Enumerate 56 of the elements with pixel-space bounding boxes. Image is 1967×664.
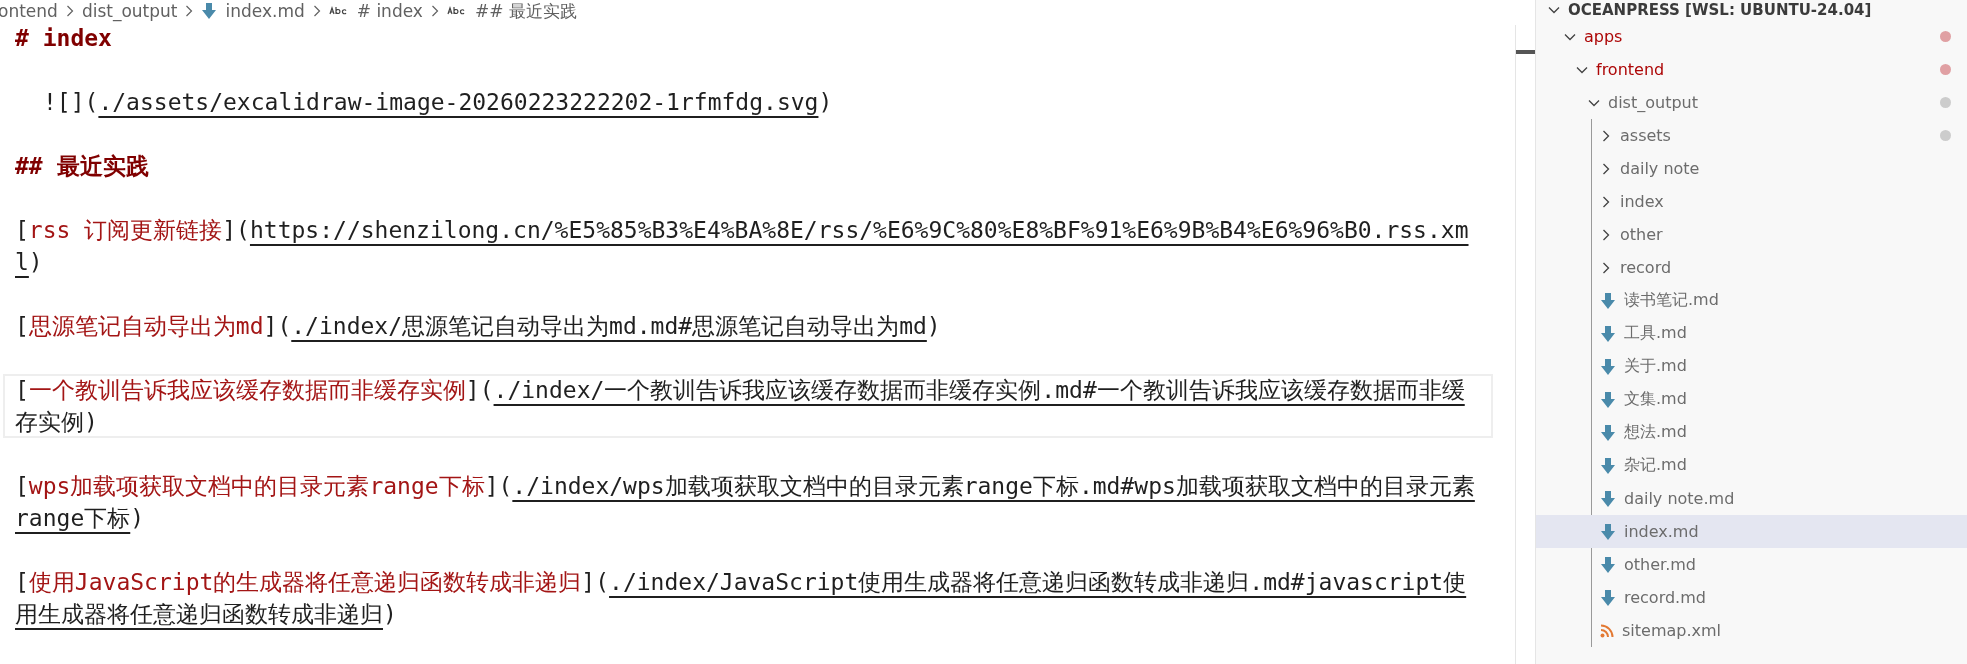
file-item[interactable]: 关于.md — [1536, 350, 1967, 383]
chevron-right-icon — [1600, 129, 1612, 142]
file-item[interactable]: 杂记.md — [1536, 449, 1967, 482]
markdown-line: [rss 订阅更新链接](https://shenzilong.cn/%E5%85%B3%E4%BA%8E/rss/%E6%9C%80%E8%BF%91%E6%9B%B4%E6%96%B0.rss.xml) — [14, 216, 1470, 277]
folder-item[interactable]: apps — [1536, 20, 1967, 53]
file-item[interactable]: 想法.md — [1536, 416, 1967, 449]
chevron-right-icon — [1600, 162, 1612, 175]
folder-item[interactable]: daily note — [1536, 152, 1967, 185]
folder-item[interactable]: index — [1536, 185, 1967, 218]
file-item[interactable]: 工具.md — [1536, 317, 1967, 350]
markdown-heading: # index — [14, 24, 113, 53]
markdown-line: [使用JavaScript的生成器将任意递归函数转成非递归](./index/JavaScript使用生成器将任意递归函数转成非递归.md#javascript使用生成器将任意递归函数转成非递归) — [14, 568, 1468, 629]
file-item[interactable]: 文集.md — [1536, 383, 1967, 416]
chevron-right-icon — [185, 5, 194, 17]
breadcrumb-item[interactable]: index.md — [225, 1, 305, 21]
down-arrow-icon — [201, 2, 218, 20]
chevron-down-icon — [1548, 4, 1560, 16]
chevron-right-icon — [1600, 261, 1612, 274]
down-arrow-icon — [1600, 522, 1616, 541]
folder-item[interactable]: record — [1536, 251, 1967, 284]
file-item[interactable]: 读书笔记.md — [1536, 284, 1967, 317]
down-arrow-icon — [1600, 423, 1616, 442]
rss-icon — [1600, 623, 1614, 638]
breadcrumb-item[interactable]: # index — [356, 1, 423, 21]
breadcrumb-item[interactable]: ## 最近实践 — [474, 0, 577, 23]
down-arrow-icon — [1600, 324, 1616, 343]
text-symbol-icon — [446, 6, 467, 16]
down-arrow-icon — [1600, 390, 1616, 409]
chevron-right-icon — [430, 5, 439, 17]
chevron-right-icon — [1600, 195, 1612, 208]
markdown-heading: ## 最近实践 — [14, 152, 150, 181]
file-item[interactable]: sitemap.xml — [1536, 614, 1967, 647]
markdown-line: ![](./assets/excalidraw-image-20260223222202-1rfmfdg.svg) — [42, 88, 834, 117]
chevron-right-icon — [1600, 228, 1612, 241]
down-arrow-icon — [1600, 555, 1616, 574]
file-item[interactable]: daily note.md — [1536, 482, 1967, 515]
breadcrumb-item[interactable]: dist_output — [81, 1, 178, 21]
markdown-line: [wps加载项获取文档中的目录元素range下标](./index/wps加载项获取文档中的目录元素range下标.md#wps加载项获取文档中的目录元素range下标) — [14, 472, 1476, 533]
file-item[interactable]: other.md — [1536, 548, 1967, 581]
down-arrow-icon — [1600, 489, 1616, 508]
chevron-right-icon — [65, 5, 74, 17]
folder-item[interactable]: dist_output — [1536, 86, 1967, 119]
explorer-header[interactable]: OCEANPRESS [WSL: UBUNTU-24.04] — [1536, 0, 1967, 20]
down-arrow-icon — [1600, 456, 1616, 475]
chevron-right-icon — [312, 5, 321, 17]
folder-item[interactable]: frontend — [1536, 53, 1967, 86]
text-symbol-icon — [328, 6, 349, 16]
down-arrow-icon — [1600, 588, 1616, 607]
file-item[interactable]: record.md — [1536, 581, 1967, 614]
markdown-line: [一个教训告诉我应该缓存数据而非缓存实例](./index/一个教训告诉我应该缓存数据而非缓存实例.md#一个教训告诉我应该缓存数据而非缓存实例) — [3, 374, 1493, 438]
folder-item[interactable]: assets — [1536, 119, 1967, 152]
down-arrow-icon — [1600, 291, 1616, 310]
file-item[interactable]: index.md — [1536, 515, 1967, 548]
markdown-line: [思源笔记自动导出为md](./index/思源笔记自动导出为md.md#思源笔记自动导出为md) — [14, 312, 942, 341]
folder-item[interactable]: other — [1536, 218, 1967, 251]
down-arrow-icon — [1600, 357, 1616, 376]
